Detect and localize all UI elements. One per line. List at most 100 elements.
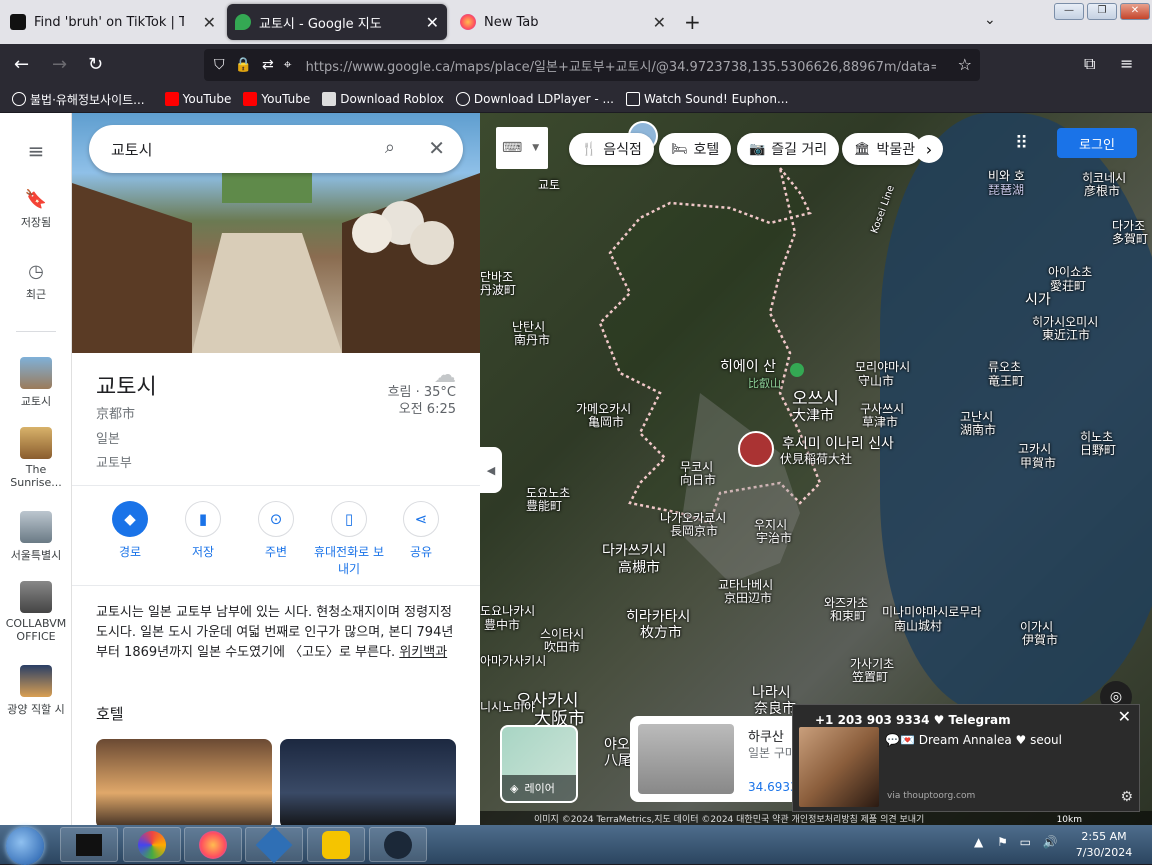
collapse-panel-button[interactable]: ◀ xyxy=(480,447,502,493)
bookmark-item[interactable]: 불법·유해정보사이트... xyxy=(12,91,145,108)
map-label[interactable]: 向日市 xyxy=(680,474,716,487)
map-label[interactable]: 笠置町 xyxy=(852,671,888,684)
map-label[interactable]: 甲賀市 xyxy=(1020,457,1056,470)
system-clock[interactable]: 2:55 AM 7/30/2024 xyxy=(1068,829,1140,861)
map-label[interactable]: 高槻市 xyxy=(618,561,660,575)
map-label[interactable]: 竜王町 xyxy=(988,375,1024,388)
map-label[interactable]: 히에이 산 xyxy=(720,360,776,374)
search-input[interactable] xyxy=(111,140,361,158)
map-label[interactable]: 多賀町 xyxy=(1112,233,1148,246)
close-tab-icon[interactable]: ✕ xyxy=(653,13,666,32)
gear-icon[interactable]: ⚙ xyxy=(1120,789,1133,805)
map-label[interactable]: 히라카타시 xyxy=(626,610,690,624)
taskbar-app-anydesk[interactable] xyxy=(307,827,365,862)
input-tools-button[interactable]: ⌨ ▼ xyxy=(496,127,548,169)
bookmark-star-icon[interactable]: ☆ xyxy=(958,55,972,74)
window-close-button[interactable]: ✕ xyxy=(1120,3,1150,20)
map-label[interactable]: 日野町 xyxy=(1080,444,1116,457)
map-label[interactable]: 亀岡市 xyxy=(588,416,624,429)
map-label[interactable]: 京田辺市 xyxy=(724,592,772,605)
tab-google-maps[interactable]: 교토시 - Google 지도 ✕ xyxy=(227,4,447,40)
clear-search-icon[interactable]: ✕ xyxy=(428,136,445,160)
map-label[interactable]: 오쓰시 xyxy=(792,391,839,408)
lock-icon[interactable]: 🔒 xyxy=(235,57,252,73)
directions-button[interactable]: ◆ 경로 xyxy=(94,501,166,560)
system-tray[interactable]: ▲ ⚑ ▭ 🔊 xyxy=(974,835,1058,849)
chip-hotels[interactable]: 🛏 호텔 xyxy=(659,133,732,165)
layers-button[interactable]: ◈ 레이어 xyxy=(500,725,578,803)
map-label[interactable]: 모리야마시 xyxy=(855,361,910,374)
close-icon[interactable]: ✕ xyxy=(1118,707,1131,726)
map-label[interactable]: 후시미 이나리 신사 xyxy=(782,437,894,451)
back-arrow-icon[interactable]: ← xyxy=(14,54,29,75)
permissions-icon[interactable]: ⇄ xyxy=(262,57,274,73)
map-label[interactable]: 아이쇼초 xyxy=(1048,266,1092,279)
wikipedia-link[interactable]: 위키백과 xyxy=(399,645,447,660)
recent-place-sunrise[interactable]: The Sunrise... xyxy=(0,427,72,489)
taskbar-app-steam[interactable] xyxy=(369,827,427,862)
start-button[interactable] xyxy=(6,827,44,865)
map-label[interactable]: 교토 xyxy=(538,179,560,192)
taskbar-app-virtualbox[interactable] xyxy=(245,826,303,863)
map-label[interactable]: 도요나카시 xyxy=(480,605,535,618)
chip-museums[interactable]: 🏛 박물관 xyxy=(842,133,922,165)
map-label[interactable]: 南山城村 xyxy=(894,620,942,633)
tab-tiktok[interactable]: Find 'bruh' on TikTok | TikTok S ✕ xyxy=(2,4,224,40)
chevron-right-icon[interactable]: › xyxy=(915,135,943,163)
minimize-button[interactable]: — xyxy=(1054,3,1084,20)
taskbar-app-firefox[interactable] xyxy=(184,827,242,862)
map-label[interactable]: 吹田市 xyxy=(544,641,580,654)
url-text[interactable]: https://www.google.ca/maps/place/일본+교토부+… xyxy=(306,56,936,75)
bookmark-item[interactable]: Download LDPlayer - ... xyxy=(455,92,614,106)
bookmark-item[interactable]: Watch Sound! Euphon... xyxy=(626,92,788,106)
map-label[interactable]: 琵琶湖 xyxy=(988,184,1024,197)
map-label[interactable]: 南丹市 xyxy=(514,334,550,347)
recent-place-seoul[interactable]: 서울특별시 xyxy=(0,511,72,563)
map-label[interactable]: 나라시 xyxy=(752,686,791,700)
pinned-place-card[interactable]: 하쿠산 일본 구마 34.6933 xyxy=(630,716,812,802)
bookmark-item[interactable]: Download Roblox xyxy=(322,92,444,106)
reload-icon[interactable]: ↻ xyxy=(88,54,103,75)
map-label[interactable]: 草津市 xyxy=(862,416,898,429)
map-label[interactable]: 다카쓰키시 xyxy=(602,544,666,558)
search-icon[interactable]: ⌕ xyxy=(385,137,395,158)
shield-icon[interactable]: ⛉ xyxy=(214,57,225,73)
map-label[interactable]: 比叡山 xyxy=(748,377,781,390)
tab-new-tab[interactable]: New Tab ✕ xyxy=(452,4,674,40)
hotel-card[interactable] xyxy=(280,739,456,825)
map-label[interactable]: 長岡京市 xyxy=(670,525,718,538)
forward-arrow-icon[interactable]: → xyxy=(52,54,67,75)
map-label[interactable]: 니시노미야 xyxy=(480,701,535,714)
bookmark-item[interactable]: YouTube xyxy=(243,92,310,106)
address-bar[interactable]: ⛉ 🔒 ⇄ ⌖ https://www.google.ca/maps/place… xyxy=(204,49,980,81)
map-label[interactable]: 丹波町 xyxy=(480,284,516,297)
show-hidden-icons-icon[interactable]: ▲ xyxy=(974,835,983,849)
close-tab-icon[interactable]: ✕ xyxy=(426,13,439,32)
map-label[interactable]: 미나미야마시로무라 xyxy=(882,606,981,619)
map-label[interactable]: 奈良市 xyxy=(754,702,796,716)
search-box[interactable]: ⌕ ✕ xyxy=(89,125,463,173)
location-icon[interactable]: ⌖ xyxy=(284,57,292,73)
volume-icon[interactable]: 🔊 xyxy=(1043,835,1058,849)
taskbar-app-terminal[interactable] xyxy=(60,827,118,862)
send-to-phone-button[interactable]: ▯ 휴대전화로 보내기 xyxy=(313,501,385,577)
map-label[interactable]: 아마가사키시 xyxy=(480,655,546,668)
rail-recent[interactable]: ◷ 최근 xyxy=(0,261,72,302)
park-marker-icon[interactable] xyxy=(790,363,804,377)
map-label[interactable]: 豊中市 xyxy=(484,619,520,632)
shrine-marker-icon[interactable] xyxy=(738,431,774,467)
google-apps-icon[interactable]: ⠿ xyxy=(1015,133,1028,154)
menu-hamburger-icon[interactable]: ≡ xyxy=(1120,54,1133,73)
save-button[interactable]: ▮ 저장 xyxy=(167,501,239,560)
map-label[interactable]: 시가 xyxy=(1025,293,1051,307)
chevron-down-icon[interactable]: ▼ xyxy=(532,143,539,153)
extensions-icon[interactable]: ⧉ xyxy=(1084,54,1095,74)
network-icon[interactable]: ▭ xyxy=(1020,835,1031,849)
bookmark-item[interactable]: YouTube xyxy=(164,92,231,106)
map-label[interactable]: 伊賀市 xyxy=(1022,634,1058,647)
map-label[interactable]: 伏見稲荷大社 xyxy=(780,453,852,466)
new-tab-plus-icon[interactable]: + xyxy=(684,10,701,34)
maximize-button[interactable]: ❐ xyxy=(1087,3,1117,20)
hotel-card[interactable] xyxy=(96,739,272,825)
place-hero-photo[interactable]: ⌕ ✕ xyxy=(72,113,480,353)
